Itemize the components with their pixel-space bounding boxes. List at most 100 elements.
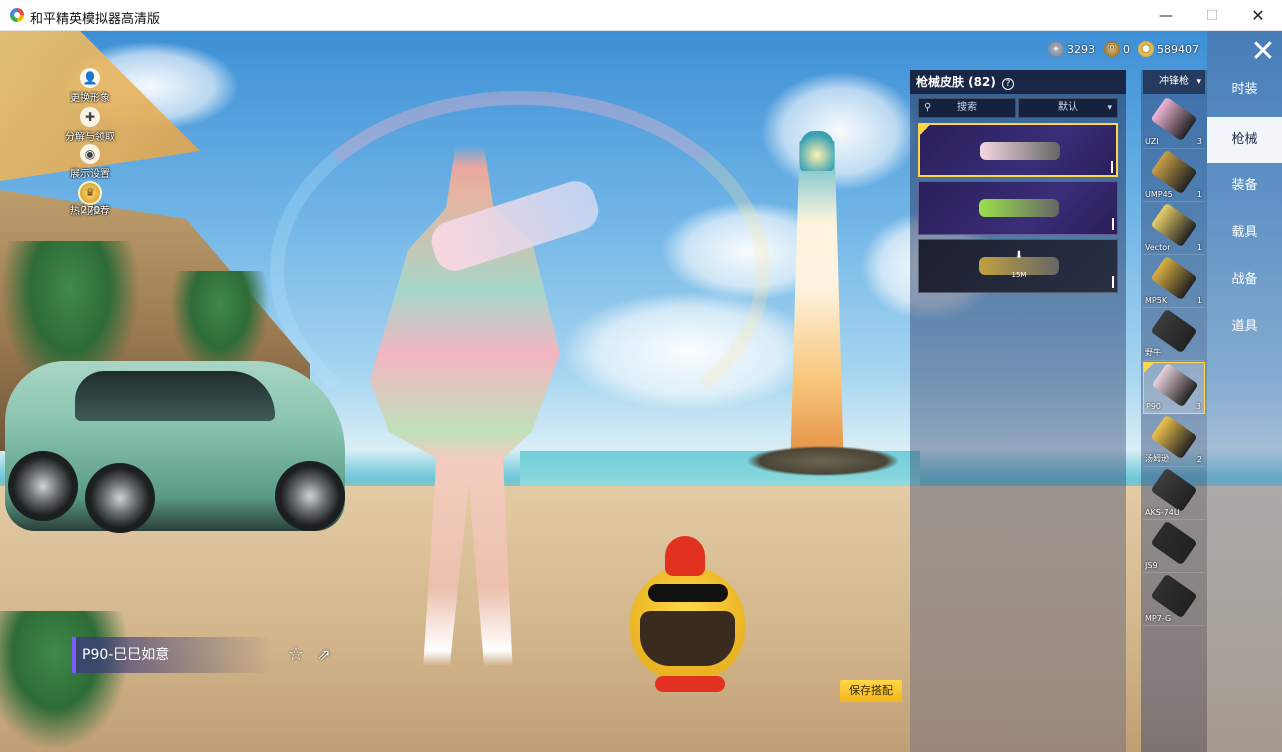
gold-currency: ● 589407 <box>1138 41 1199 57</box>
share-icon[interactable]: ⇗ <box>313 645 335 665</box>
category-nav: 时装 枪械 装备 载具 战备 道具 <box>1207 31 1282 752</box>
skin-gun-thumbnail <box>980 142 1060 160</box>
level-badge-icon[interactable]: ♛ <box>78 181 102 205</box>
selected-corner-icon <box>1144 363 1154 373</box>
hud-label: 展示设置 <box>70 169 110 180</box>
gun-name: 汤姆逊 <box>1145 454 1169 463</box>
skin-panel-header: 枪械皮肤 (82) ? <box>910 70 1126 94</box>
gun-name: UMP45 <box>1145 190 1173 199</box>
gun-item[interactable]: MP5K 1 <box>1143 255 1205 308</box>
gun-item[interactable]: AKS-74U <box>1143 467 1205 520</box>
chicken-crest <box>665 536 705 576</box>
gun-name: P90 <box>1146 402 1162 411</box>
hud-label: 更换形象 <box>70 93 110 104</box>
favorite-star-icon[interactable]: ☆ <box>286 645 306 665</box>
car-wheel <box>275 461 345 531</box>
maximize-button[interactable]: ☐ <box>1189 0 1235 31</box>
sort-label: 默认 <box>1058 102 1078 113</box>
gold-coin-icon: ● <box>1138 41 1154 57</box>
skin-card[interactable] <box>918 181 1118 235</box>
gun-filter-label: 冲锋枪 <box>1159 76 1189 87</box>
voucher-amount: 0 <box>1123 42 1130 56</box>
gun-thumbnail <box>1150 202 1198 248</box>
silver-amount: 3293 <box>1067 42 1095 56</box>
tab-fashion[interactable]: 时装 <box>1207 67 1282 113</box>
gun-skin-count: 2 <box>1196 455 1202 464</box>
gun-name: 野牛 <box>1145 348 1161 357</box>
lighthouse-lamp <box>800 131 834 171</box>
skin-panel-title: 枪械皮肤 (82) <box>916 75 996 89</box>
gun-item[interactable]: UZI 3 <box>1143 96 1205 149</box>
eye-icon: ◉ <box>80 144 100 164</box>
gun-thumbnail <box>1150 96 1198 142</box>
voucher-currency: ⓪ 0 <box>1104 41 1130 57</box>
gun-item[interactable]: MP7-G <box>1143 573 1205 626</box>
tab-guns[interactable]: 枪械 <box>1207 117 1282 163</box>
gun-name: MP5K <box>1145 296 1168 305</box>
download-icon[interactable]: ⬇ <box>1009 250 1029 262</box>
decompose-button[interactable]: ✚ 分解与领取 <box>58 107 122 143</box>
car-wheel <box>8 451 78 521</box>
gun-thumbnail <box>1150 520 1198 566</box>
pet-chicken[interactable] <box>630 536 750 696</box>
gun-name: AKS-74U <box>1145 508 1180 517</box>
gold-amount: 589407 <box>1157 42 1199 56</box>
hud-label: 分解与领取 <box>65 132 115 143</box>
tab-vehicles[interactable]: 载具 <box>1207 210 1282 256</box>
gun-item[interactable]: JS9 <box>1143 520 1205 573</box>
gun-type-filter[interactable]: 冲锋枪 ▾ <box>1143 70 1205 94</box>
gun-name: JS9 <box>1145 561 1158 570</box>
gun-skin-count: 3 <box>1195 402 1201 411</box>
app-logo-icon <box>10 8 24 22</box>
sort-dropdown[interactable]: 默认 ▾ <box>1018 98 1118 118</box>
gun-skin-count: 1 <box>1196 296 1202 305</box>
gun-item[interactable]: 野牛 <box>1143 308 1205 361</box>
cloud <box>760 71 920 191</box>
selected-corner-icon <box>920 125 930 135</box>
car-window <box>75 371 275 421</box>
gun-item[interactable]: Vector 1 <box>1143 202 1205 255</box>
minimize-button[interactable]: — <box>1143 0 1189 31</box>
decompose-icon: ✚ <box>80 107 100 127</box>
skin-gun-thumbnail <box>979 199 1059 217</box>
chicken-vest <box>640 611 735 666</box>
gun-item[interactable]: P90 3 <box>1143 362 1205 414</box>
current-skin-name: P90-巳巳如意 <box>72 637 272 673</box>
chicken-glasses <box>648 584 728 602</box>
display-settings-button[interactable]: ◉ 展示设置 <box>58 144 122 180</box>
tab-items[interactable]: 道具 <box>1207 304 1282 350</box>
skin-search-input[interactable]: ⚲ 搜索 <box>918 98 1016 118</box>
palm-tree <box>0 611 130 751</box>
gun-name: MP7-G <box>1145 614 1172 623</box>
voucher-icon: ⓪ <box>1104 41 1120 57</box>
gun-thumbnail <box>1151 362 1199 408</box>
silver-currency: ◈ 3293 <box>1048 41 1095 57</box>
gun-thumbnail <box>1150 467 1198 513</box>
save-outfit-button[interactable]: 保存搭配 <box>840 680 902 702</box>
person-icon: 👤 <box>80 68 100 88</box>
gun-skin-count: 1 <box>1196 243 1202 252</box>
help-icon[interactable]: ? <box>1002 78 1015 90</box>
change-appearance-button[interactable]: 👤 更换形象 <box>58 68 122 104</box>
gun-skin-count: 1 <box>1196 190 1202 199</box>
gun-item[interactable]: 汤姆逊 2 <box>1143 414 1205 467</box>
gun-thumbnail <box>1150 573 1198 619</box>
skin-card[interactable]: ⬇ 15M <box>918 239 1118 293</box>
chevron-down-icon: ▾ <box>1196 77 1201 87</box>
search-placeholder: 搜索 <box>957 102 977 113</box>
skin-card[interactable] <box>918 123 1118 177</box>
car-wheel <box>85 463 155 533</box>
search-icon: ⚲ <box>924 102 932 113</box>
gun-thumbnail <box>1150 149 1198 195</box>
window-close-button[interactable]: ✕ <box>1235 0 1281 31</box>
gun-skin-count: 3 <box>1196 137 1202 146</box>
silver-coin-icon: ◈ <box>1048 41 1064 57</box>
tab-combat-gear[interactable]: 战备 <box>1207 257 1282 303</box>
close-icon[interactable]: ✕ <box>1247 37 1279 69</box>
rocks <box>748 446 898 476</box>
tab-equipment[interactable]: 装备 <box>1207 163 1282 209</box>
gun-item[interactable]: UMP45 1 <box>1143 149 1205 202</box>
gun-name: UZI <box>1145 137 1159 146</box>
level-number: 270 <box>81 205 101 216</box>
download-size: 15M <box>1011 271 1027 279</box>
